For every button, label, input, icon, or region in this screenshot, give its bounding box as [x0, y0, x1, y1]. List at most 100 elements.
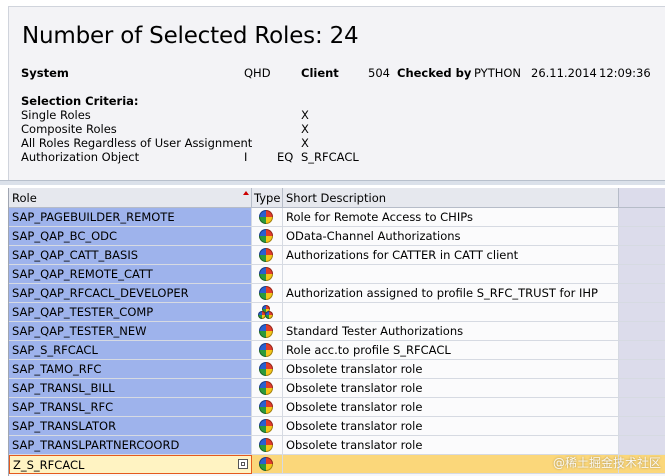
- table-row[interactable]: SAP_TRANSL_RFC Obsolete translator role: [9, 398, 665, 417]
- empty-cell: [619, 208, 665, 227]
- type-cell[interactable]: [252, 398, 283, 417]
- table-row[interactable]: SAP_TAMO_RFC Obsolete translator role: [9, 360, 665, 379]
- splitter[interactable]: [0, 180, 665, 185]
- criteria-label: Single Roles: [21, 108, 91, 122]
- role-cell[interactable]: SAP_PAGEBUILDER_REMOTE: [9, 208, 252, 227]
- description-cell[interactable]: Obsolete translator role: [283, 360, 619, 379]
- single-role-icon: [259, 286, 273, 300]
- type-cell[interactable]: [252, 208, 283, 227]
- criteria-value: X: [301, 136, 309, 150]
- description-cell[interactable]: [283, 303, 619, 322]
- empty-cell: [619, 436, 665, 455]
- type-cell[interactable]: [252, 227, 283, 246]
- role-name: SAP_TRANSLATOR: [12, 419, 117, 433]
- description-cell[interactable]: Standard Tester Authorizations: [283, 322, 619, 341]
- single-role-icon: [259, 400, 273, 414]
- role-cell[interactable]: SAP_S_RFCACL: [9, 341, 252, 360]
- role-name: SAP_TRANSL_RFC: [12, 400, 114, 414]
- system-value: QHD: [244, 66, 271, 80]
- table-row[interactable]: SAP_TRANSL_BILL Obsolete translator role: [9, 379, 665, 398]
- type-cell[interactable]: [252, 455, 283, 474]
- type-cell[interactable]: [252, 341, 283, 360]
- single-role-icon: [259, 210, 273, 224]
- composite-role-icon: [258, 305, 274, 320]
- type-cell[interactable]: [252, 246, 283, 265]
- role-cell[interactable]: SAP_QAP_TESTER_NEW: [9, 322, 252, 341]
- table-row[interactable]: SAP_QAP_TESTER_NEW Standard Tester Author…: [9, 322, 665, 341]
- description-cell[interactable]: [283, 265, 619, 284]
- single-role-icon: [259, 381, 273, 395]
- empty-cell: [619, 303, 665, 322]
- column-header-short-description[interactable]: Short Description: [283, 188, 619, 207]
- type-cell[interactable]: [252, 284, 283, 303]
- role-cell[interactable]: Z_S_RFCACL: [9, 455, 252, 474]
- role-cell[interactable]: SAP_TRANSLATOR: [9, 417, 252, 436]
- empty-cell: [619, 360, 665, 379]
- description-cell[interactable]: Authorization assigned to profile S_RFC_…: [283, 284, 619, 303]
- description-cell[interactable]: Obsolete translator role: [283, 379, 619, 398]
- type-cell[interactable]: [252, 379, 283, 398]
- description-cell[interactable]: Obsolete translator role: [283, 417, 619, 436]
- role-name: SAP_QAP_RFCACL_DEVELOPER: [12, 286, 189, 300]
- role-name: SAP_QAP_TESTER_NEW: [12, 324, 147, 338]
- value-help-icon[interactable]: [238, 459, 248, 469]
- criteria-value: S_RFCACL: [301, 150, 359, 164]
- page-title: Number of Selected Roles: 24: [22, 23, 359, 49]
- description-cell[interactable]: Role for Remote Access to CHIPs: [283, 208, 619, 227]
- grid-header: Role Type Short Description: [9, 188, 665, 208]
- table-row[interactable]: SAP_PAGEBUILDER_REMOTE Role for Remote Ac…: [9, 208, 665, 227]
- description-cell[interactable]: Obsolete translator role: [283, 436, 619, 455]
- role-cell[interactable]: SAP_QAP_RFCACL_DEVELOPER: [9, 284, 252, 303]
- single-role-icon: [259, 324, 273, 338]
- table-row[interactable]: SAP_TRANSLPARTNERCOORD Obsolete translato…: [9, 436, 665, 455]
- type-cell[interactable]: [252, 322, 283, 341]
- single-role-icon: [259, 229, 273, 243]
- role-cell[interactable]: SAP_TRANSLPARTNERCOORD: [9, 436, 252, 455]
- system-label: System: [21, 66, 69, 80]
- type-cell[interactable]: [252, 417, 283, 436]
- role-cell[interactable]: SAP_TRANSL_BILL: [9, 379, 252, 398]
- empty-cell: [619, 246, 665, 265]
- criteria-value: X: [301, 122, 309, 136]
- criteria-label: Composite Roles: [21, 122, 117, 136]
- type-cell[interactable]: [252, 303, 283, 322]
- single-role-icon: [259, 343, 273, 357]
- role-cell[interactable]: SAP_QAP_REMOTE_CATT: [9, 265, 252, 284]
- role-cell[interactable]: SAP_QAP_TESTER_COMP: [9, 303, 252, 322]
- role-name: SAP_S_RFCACL: [12, 343, 98, 357]
- role-name: SAP_TRANSLPARTNERCOORD: [12, 438, 180, 452]
- type-cell[interactable]: [252, 436, 283, 455]
- criteria-label: Authorization Object: [21, 150, 140, 164]
- empty-cell: [619, 398, 665, 417]
- table-row[interactable]: SAP_TRANSLATOR Obsolete translator role: [9, 417, 665, 436]
- description-cell[interactable]: OData-Channel Authorizations: [283, 227, 619, 246]
- table-row[interactable]: SAP_QAP_TESTER_COMP: [9, 303, 665, 322]
- table-row[interactable]: SAP_QAP_REMOTE_CATT: [9, 265, 665, 284]
- column-header-label: Role: [12, 191, 37, 205]
- description-cell[interactable]: Obsolete translator role: [283, 398, 619, 417]
- table-row[interactable]: SAP_S_RFCACL Role acc.to profile S_RFCACL: [9, 341, 665, 360]
- table-row[interactable]: SAP_QAP_CATT_BASIS Authorizations for CAT…: [9, 246, 665, 265]
- column-header-role[interactable]: Role: [9, 188, 252, 207]
- sort-ascending-icon: [243, 191, 249, 195]
- role-cell[interactable]: SAP_TAMO_RFC: [9, 360, 252, 379]
- role-name: SAP_QAP_BC_ODC: [12, 229, 118, 243]
- report-header: Number of Selected Roles: 24 System QHD …: [8, 6, 665, 181]
- role-cell[interactable]: SAP_QAP_BC_ODC: [9, 227, 252, 246]
- time-value: 12:09:36: [599, 66, 651, 80]
- single-role-icon: [259, 419, 273, 433]
- type-cell[interactable]: [252, 360, 283, 379]
- description-cell[interactable]: Role acc.to profile S_RFCACL: [283, 341, 619, 360]
- empty-cell: [619, 417, 665, 436]
- type-cell[interactable]: [252, 265, 283, 284]
- role-cell[interactable]: SAP_TRANSL_RFC: [9, 398, 252, 417]
- criteria-value: X: [301, 108, 309, 122]
- table-row[interactable]: SAP_QAP_BC_ODC OData-Channel Authorizatio…: [9, 227, 665, 246]
- column-header-type[interactable]: Type: [252, 188, 283, 207]
- role-cell[interactable]: SAP_QAP_CATT_BASIS: [9, 246, 252, 265]
- role-name: SAP_TAMO_RFC: [12, 362, 102, 376]
- watermark-text: @稀土掘金技术社区: [552, 456, 661, 470]
- description-cell[interactable]: Authorizations for CATTER in CATT client: [283, 246, 619, 265]
- role-name: SAP_QAP_CATT_BASIS: [12, 248, 139, 262]
- table-row[interactable]: SAP_QAP_RFCACL_DEVELOPER Authorization as…: [9, 284, 665, 303]
